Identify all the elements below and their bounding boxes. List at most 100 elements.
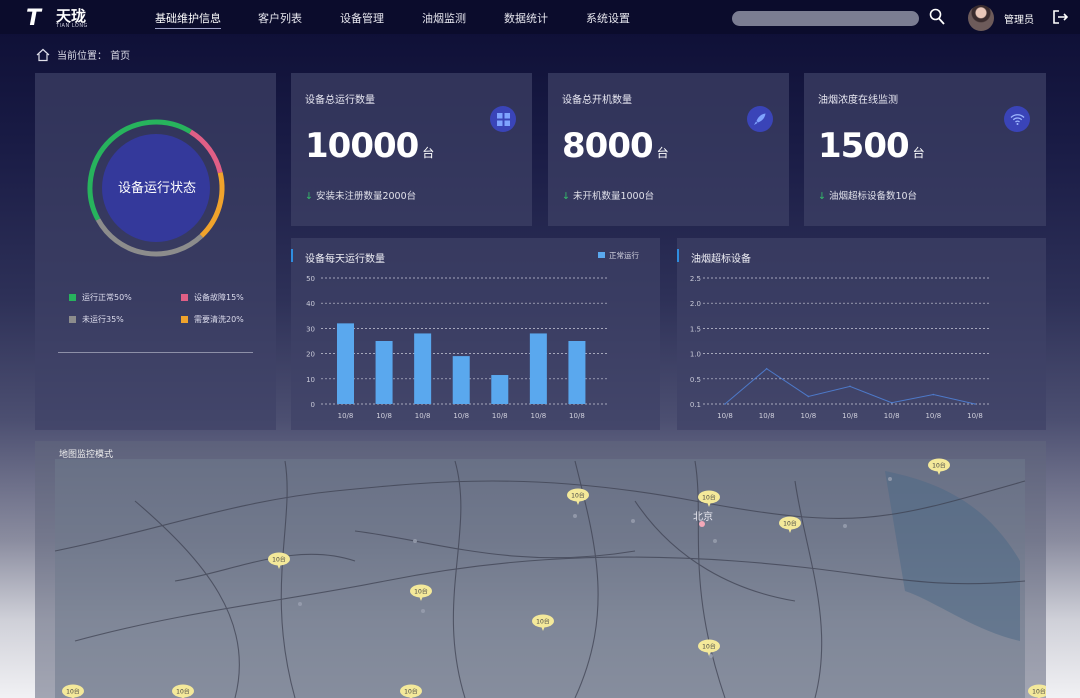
legend-swatch (181, 316, 188, 323)
arrow-down-icon: ↓ (305, 191, 313, 202)
search-input[interactable] (732, 11, 919, 26)
map-marker-label: 10台 (932, 462, 946, 470)
kpi-note: ↓ 油烟超标设备数10台 (818, 188, 917, 202)
map-marker-label: 10台 (783, 520, 797, 528)
line-point[interactable] (849, 385, 851, 388)
kpi-unit: 台 (912, 146, 925, 160)
y-tick-label: 30 (306, 325, 315, 333)
legend-swatch (69, 316, 76, 323)
kpi-note: ↓ 未开机数量1000台 (562, 188, 654, 202)
divider (58, 352, 253, 353)
bar[interactable] (452, 356, 470, 404)
map-monitor-panel[interactable]: 北京 10台 10台 10台 10台 10台 10台 10台 10台 10台 10台 10台 10台 … (35, 441, 1046, 698)
y-tick-label: 20 (306, 351, 315, 359)
map-marker-label: 10台 (702, 494, 716, 502)
legend-clean: 需要清洗20% (181, 314, 244, 325)
line-point[interactable] (807, 395, 810, 398)
brand-logo: T 天珑 TIAN LONG (26, 4, 96, 31)
legend-fault: 设备故障15% (181, 292, 244, 303)
menu-data-statistics[interactable]: 数据统计 (504, 10, 548, 26)
menu-device-management[interactable]: 设备管理 (340, 10, 384, 26)
kpi-number: 10000 (305, 126, 419, 166)
breadcrumb-label: 当前位置： (57, 51, 107, 62)
legend-label: 设备故障15% (194, 293, 244, 302)
y-tick-label: 50 (306, 275, 315, 283)
bar[interactable] (337, 323, 354, 404)
y-tick-label: 2.5 (690, 275, 701, 283)
logout-icon[interactable] (1052, 9, 1068, 25)
y-tick-label: 0.5 (690, 376, 701, 384)
y-tick-label: 0.1 (690, 401, 701, 409)
avatar[interactable] (968, 5, 994, 31)
x-tick-label: 10/8 (338, 412, 354, 420)
map-marker-label: 10台 (571, 492, 585, 500)
kpi-note: ↓ 安装未注册数量2000台 (305, 188, 416, 202)
line-point[interactable] (890, 401, 893, 404)
menu-system-settings[interactable]: 系统设置 (586, 10, 630, 26)
kpi-number: 1500 (818, 126, 910, 166)
x-tick-label: 10/8 (453, 412, 469, 420)
legend-swatch (181, 294, 188, 301)
map-marker-label: 10台 (702, 643, 716, 651)
kpi-value: 1500 台 (818, 126, 925, 166)
y-tick-label: 40 (306, 300, 315, 308)
kpi-card-powered: 设备总开机数量 8000 台 ↓ 未开机数量1000台 (548, 73, 789, 226)
map-marker-label: 10台 (536, 618, 550, 626)
logo-subtitle: TIAN LONG (56, 23, 88, 29)
line-point[interactable] (724, 403, 726, 405)
search-icon[interactable] (929, 8, 945, 26)
map-marker-label: 10台 (272, 556, 286, 564)
legend-swatch (598, 252, 605, 258)
y-tick-label: 2.0 (690, 300, 701, 308)
line-point[interactable] (765, 367, 768, 370)
kpi-unit: 台 (422, 146, 435, 160)
x-tick-label: 10/8 (759, 412, 775, 420)
breadcrumb: 当前位置： 首页 (36, 47, 130, 62)
capital-marker-icon (699, 521, 705, 527)
legend-idle: 未运行35% (69, 314, 124, 325)
breadcrumb-current[interactable]: 首页 (110, 51, 130, 62)
x-tick-label: 10/8 (800, 412, 816, 420)
x-tick-label: 10/8 (492, 412, 508, 420)
bar[interactable] (491, 375, 509, 404)
map-marker-label: 10台 (176, 688, 190, 696)
menu-basic-info[interactable]: 基础维护信息 (155, 10, 221, 29)
device-status-panel: 设备运行状态 运行正常50% 设备故障15% 未运行35% 需要清洗20% (35, 73, 276, 430)
legend-swatch (69, 294, 76, 301)
x-tick-label: 10/8 (925, 412, 941, 420)
menu-smoke-monitoring[interactable]: 油烟监测 (422, 10, 466, 26)
x-tick-label: 10/8 (842, 412, 858, 420)
bar[interactable] (414, 333, 432, 404)
map-marker-label: 10台 (1032, 688, 1046, 696)
grid-icon (490, 106, 516, 132)
bar[interactable] (568, 341, 586, 404)
map-marker[interactable]: 10台 (1028, 684, 1046, 698)
logo-mark: T (26, 6, 41, 31)
bar[interactable] (529, 333, 547, 404)
arrow-down-icon: ↓ (818, 191, 826, 202)
map-canvas[interactable]: 北京 10台 10台 10台 10台 10台 10台 10台 10台 10台 10台 10台 10台 (35, 441, 1046, 698)
bar[interactable] (375, 341, 393, 404)
legend-normal: 运行正常50% (69, 292, 132, 303)
x-tick-label: 10/8 (884, 412, 900, 420)
menu-customer-list[interactable]: 客户列表 (258, 10, 302, 26)
map-marker-label: 10台 (414, 588, 428, 596)
map-title: 地图监控模式 (59, 450, 114, 460)
line-point[interactable] (932, 393, 935, 396)
x-tick-label: 10/8 (530, 412, 546, 420)
map-city-beijing[interactable]: 北京 (693, 510, 713, 523)
x-tick-label: 10/8 (967, 412, 983, 420)
kpi-value: 10000 台 (305, 126, 434, 166)
y-tick-label: 1.5 (690, 325, 701, 333)
map-marker-label: 10台 (66, 688, 80, 696)
top-navbar: T 天珑 TIAN LONG 基础维护信息 客户列表 设备管理 油烟监测 数据统… (0, 0, 1080, 34)
user-name[interactable]: 管理员 (1004, 11, 1034, 26)
home-icon[interactable] (36, 48, 50, 62)
kpi-unit: 台 (656, 146, 669, 160)
kpi-value: 8000 台 (562, 126, 669, 166)
y-tick-label: 10 (306, 376, 315, 384)
line-point[interactable] (974, 403, 976, 405)
legend-label: 正常运行 (609, 250, 639, 260)
kpi-card-smoke: 油烟浓度在线监测 1500 台 ↓ 油烟超标设备数10台 (804, 73, 1046, 226)
legend-label: 未运行35% (82, 315, 124, 324)
